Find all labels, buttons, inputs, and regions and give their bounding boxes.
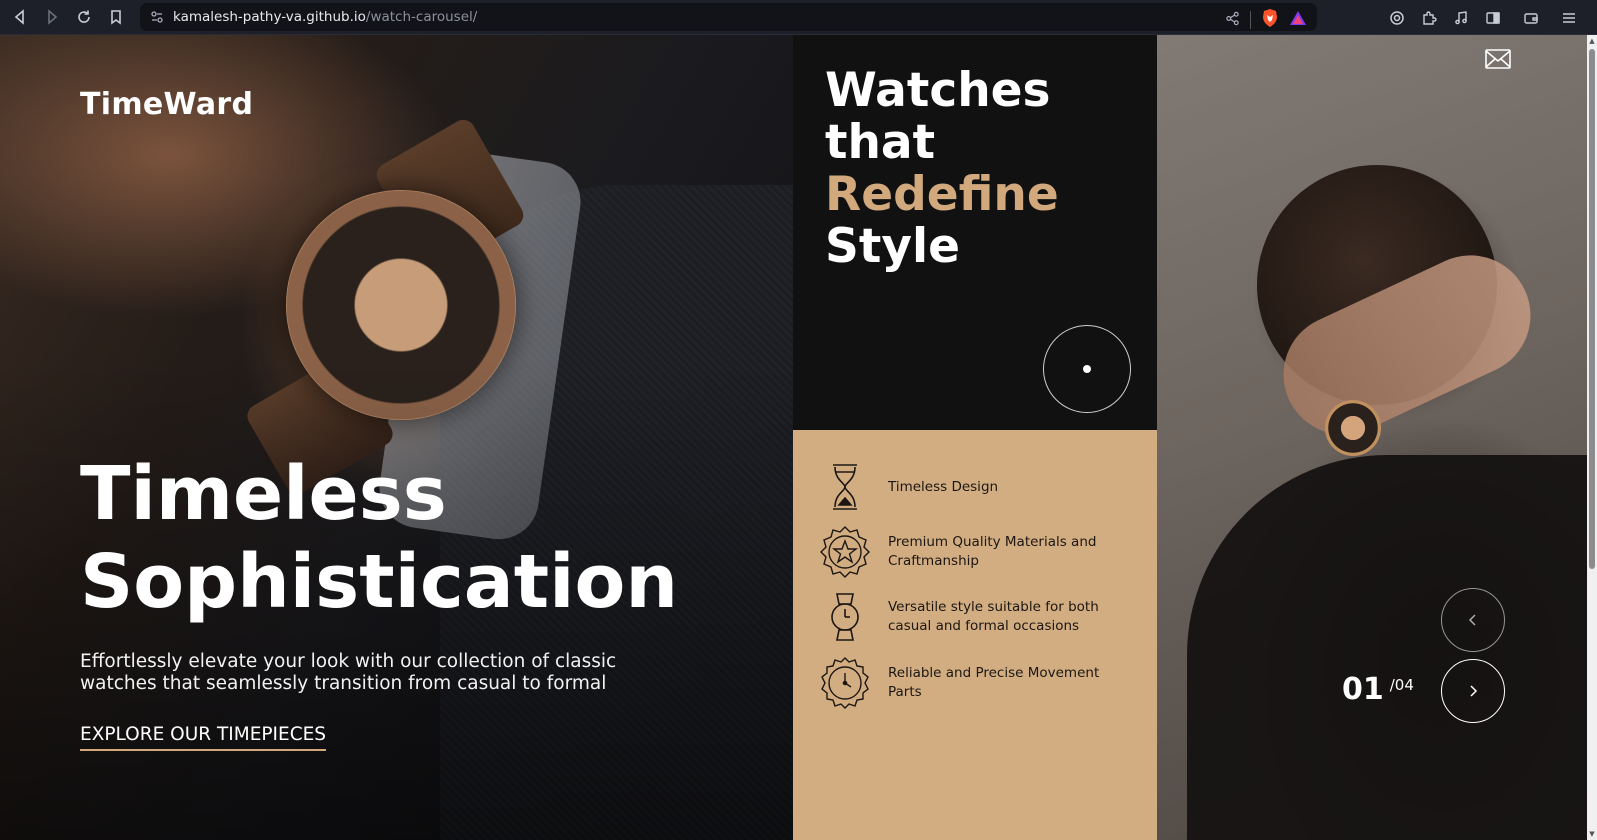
hero-subtitle: Effortlessly elevate your look with our …: [80, 651, 617, 694]
hero-title: Timeless Sophistication: [80, 450, 678, 626]
feature-text: Premium Quality Materials and Craftmansh…: [888, 534, 1097, 569]
address-bar[interactable]: kamalesh-pathy-va.github.io/watch-carous…: [140, 3, 1317, 31]
headline-line: Style: [825, 219, 960, 274]
scrollbar-thumb[interactable]: [1589, 49, 1595, 569]
hourglass-icon: [818, 460, 872, 514]
browser-toolbar: kamalesh-pathy-va.github.io/watch-carous…: [0, 0, 1597, 35]
chevron-right-icon: [1470, 685, 1478, 697]
hero-photo-strap: [372, 115, 528, 275]
star-badge-icon: [818, 525, 872, 579]
gear-clock-icon: [818, 656, 872, 710]
hero-title-line: Sophistication: [80, 539, 678, 625]
extensions-icon[interactable]: [1413, 2, 1445, 34]
feature-item: Premium Quality Materials and Craftmansh…: [818, 525, 1108, 579]
url-path: /watch-carousel/: [365, 9, 478, 25]
brave-shield-icon[interactable]: [1261, 8, 1279, 32]
scroll-up-icon[interactable]: ▲: [1588, 37, 1596, 45]
model-photo-body: [1187, 455, 1597, 840]
feature-item: Reliable and Precise Movement Parts: [818, 656, 1108, 710]
carousel-photo-panel: [1157, 35, 1597, 840]
page-scrollbar[interactable]: ▲ ▼: [1587, 35, 1597, 840]
wristwatch-icon: [818, 590, 872, 644]
reload-icon[interactable]: [68, 1, 100, 33]
menu-icon[interactable]: [1553, 2, 1585, 34]
features-panel: Timeless Design Premium Quality Material…: [793, 430, 1157, 840]
headline-panel: Watches that Redefine Style: [793, 35, 1157, 430]
sidebar-icon[interactable]: [1477, 2, 1509, 34]
slide-counter: 01/04: [1342, 672, 1414, 707]
feature-text: Versatile style suitable for both casual…: [888, 599, 1099, 634]
feature-item: Versatile style suitable for both casual…: [818, 590, 1108, 644]
watch-carousel-page: TimeWard Timeless Sophistication Effortl…: [0, 35, 1597, 840]
scroll-indicator-button[interactable]: [1043, 325, 1131, 413]
media-icon[interactable]: [1445, 2, 1477, 34]
previous-slide-button[interactable]: [1441, 588, 1505, 652]
hero-watch-image: [261, 165, 541, 445]
mail-icon[interactable]: [1485, 48, 1511, 70]
headline-line: that: [825, 115, 936, 170]
headline-accent-line: Redefine: [825, 167, 1059, 222]
hero-title-line: Timeless: [80, 451, 447, 537]
hero-section: TimeWard Timeless Sophistication Effortl…: [0, 35, 800, 840]
wallet-icon[interactable]: [1515, 2, 1547, 34]
scroll-indicator-dot: [1083, 365, 1091, 373]
share-icon[interactable]: [1225, 11, 1240, 30]
site-info-icon[interactable]: [150, 10, 164, 24]
forward-icon[interactable]: [36, 1, 68, 33]
next-slide-button[interactable]: [1441, 659, 1505, 723]
back-icon[interactable]: [4, 1, 36, 33]
model-photo-watch: [1325, 400, 1381, 456]
feature-text: Timeless Design: [888, 478, 999, 495]
feature-item: Timeless Design: [818, 460, 1108, 514]
scroll-down-icon[interactable]: ▼: [1588, 830, 1596, 838]
explore-timepieces-link[interactable]: EXPLORE OUR TIMEPIECES: [80, 724, 327, 751]
slide-total: /04: [1389, 676, 1414, 694]
url-host: kamalesh-pathy-va.github.io: [173, 9, 366, 25]
headline: Watches that Redefine Style: [825, 65, 1059, 273]
slide-current: 01: [1342, 672, 1384, 707]
brand-logo[interactable]: TimeWard: [80, 87, 253, 122]
leo-icon[interactable]: [1381, 2, 1413, 34]
bookmark-icon[interactable]: [100, 1, 132, 33]
feature-text: Reliable and Precise Movement Parts: [888, 665, 1100, 700]
brave-rewards-icon[interactable]: [1289, 10, 1307, 30]
headline-line: Watches: [825, 63, 1051, 118]
chevron-left-icon: [1468, 614, 1476, 626]
